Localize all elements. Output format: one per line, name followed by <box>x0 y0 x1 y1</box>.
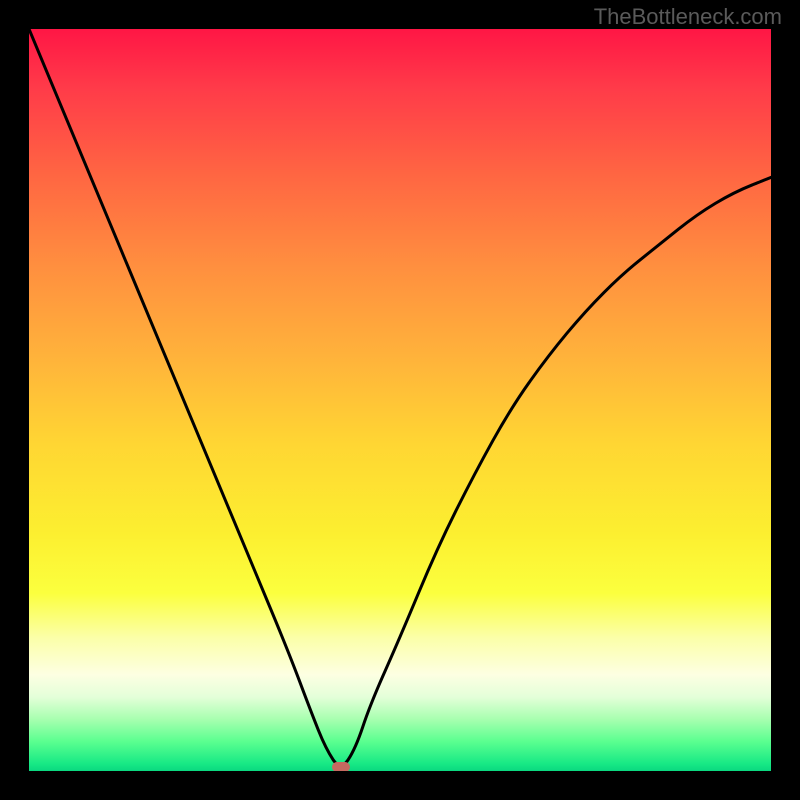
chart-container: TheBottleneck.com <box>0 0 800 800</box>
watermark-text: TheBottleneck.com <box>594 4 782 30</box>
optimal-point-marker <box>332 762 350 771</box>
plot-area <box>29 29 771 771</box>
bottleneck-curve <box>29 29 771 771</box>
